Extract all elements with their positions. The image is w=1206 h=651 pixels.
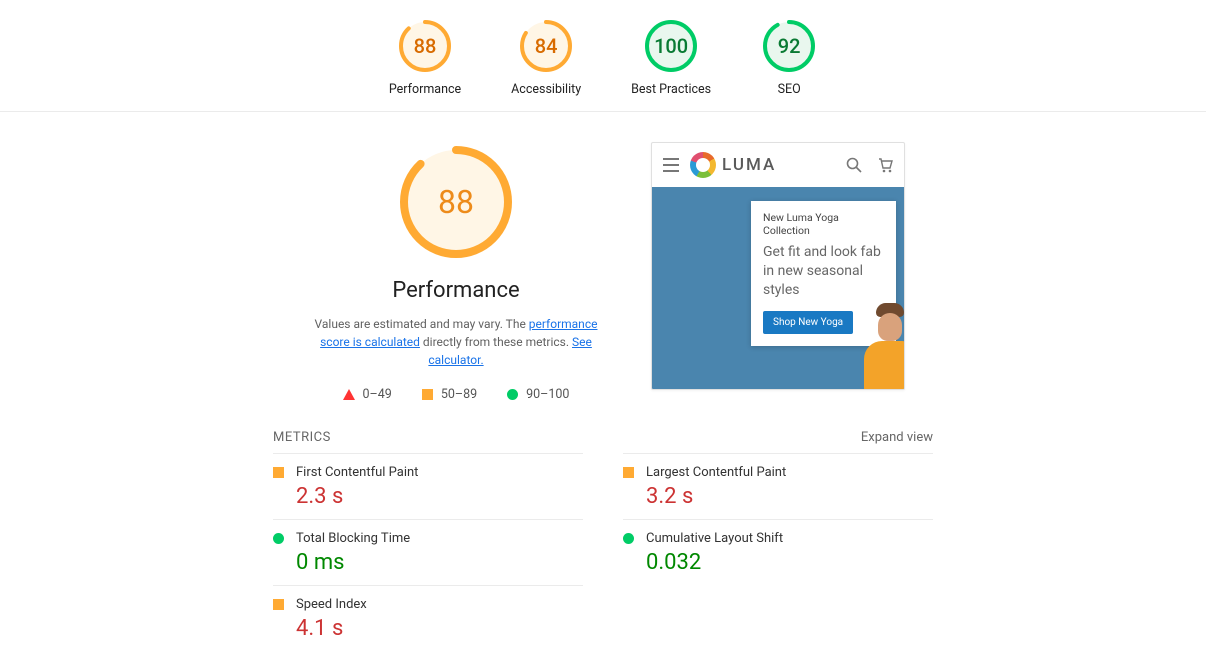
legend-label: 50–89 xyxy=(441,387,477,402)
metrics-grid: First Contentful Paint 2.3 s Largest Con… xyxy=(273,453,933,651)
square-icon xyxy=(623,467,634,478)
top-score-row: 88 Performance 84 Accessibility 100 Best… xyxy=(0,0,1206,112)
metric-name: Total Blocking Time xyxy=(296,531,410,546)
legend-average: 50–89 xyxy=(422,387,477,402)
score-label: Accessibility xyxy=(511,82,581,97)
hero-cta-button: Shop New Yoga xyxy=(763,311,853,334)
score-label: Performance xyxy=(389,82,461,97)
search-icon xyxy=(846,157,862,173)
score-gauge-accessibility[interactable]: 84 Accessibility xyxy=(511,18,581,97)
score-gauge-seo[interactable]: 92 SEO xyxy=(761,18,817,97)
hamburger-icon xyxy=(662,156,680,174)
circle-icon xyxy=(507,389,518,400)
score-value: 84 xyxy=(518,18,574,74)
expand-view-button[interactable]: Expand view xyxy=(861,430,933,445)
desc-text: directly from these metrics. xyxy=(420,335,572,349)
score-gauge-performance[interactable]: 88 Performance xyxy=(389,18,461,97)
square-icon xyxy=(273,599,284,610)
brand-logo: LUMA xyxy=(690,152,776,178)
metric-value: 3.2 s xyxy=(646,484,933,509)
performance-gauge-large: 88 xyxy=(396,142,516,262)
score-label: SEO xyxy=(761,82,817,97)
performance-score-value: 88 xyxy=(396,142,516,262)
hero-person-graphic xyxy=(864,269,905,389)
performance-title: Performance xyxy=(301,278,611,303)
metric-cumulative-layout-shift[interactable]: Cumulative Layout Shift 0.032 xyxy=(623,519,933,585)
performance-description: Values are estimated and may vary. The p… xyxy=(301,315,611,369)
square-icon xyxy=(273,467,284,478)
desc-text: Values are estimated and may vary. The xyxy=(315,317,529,331)
circle-icon xyxy=(623,533,634,544)
metric-speed-index[interactable]: Speed Index 4.1 s xyxy=(273,585,583,651)
score-value: 92 xyxy=(761,18,817,74)
score-legend: 0–49 50–89 90–100 xyxy=(301,387,611,402)
metric-value: 0.032 xyxy=(646,550,933,575)
legend-label: 0–49 xyxy=(363,387,392,402)
page-screenshot-preview: LUMA New Luma Yoga Collection Get fit an… xyxy=(651,142,905,390)
metric-name: Cumulative Layout Shift xyxy=(646,531,783,546)
circle-icon xyxy=(273,533,284,544)
score-gauge-best-practices[interactable]: 100 Best Practices xyxy=(631,18,711,97)
metric-name: Largest Contentful Paint xyxy=(646,465,786,480)
metric-total-blocking-time[interactable]: Total Blocking Time 0 ms xyxy=(273,519,583,585)
performance-detail-column: 88 Performance Values are estimated and … xyxy=(301,142,611,402)
metric-value: 4.1 s xyxy=(296,616,583,641)
score-label: Best Practices xyxy=(631,82,711,97)
metrics-heading: METRICS xyxy=(273,430,331,445)
metric-value: 0 ms xyxy=(296,550,583,575)
metric-value: 2.3 s xyxy=(296,484,583,509)
square-icon xyxy=(422,389,433,400)
metric-first-contentful-paint[interactable]: First Contentful Paint 2.3 s xyxy=(273,453,583,519)
metric-largest-contentful-paint[interactable]: Largest Contentful Paint 3.2 s xyxy=(623,453,933,519)
metric-name: First Contentful Paint xyxy=(296,465,418,480)
legend-fail: 0–49 xyxy=(343,387,392,402)
score-value: 88 xyxy=(397,18,453,74)
legend-good: 90–100 xyxy=(507,387,569,402)
legend-label: 90–100 xyxy=(526,387,569,402)
triangle-icon xyxy=(343,389,355,400)
cart-icon xyxy=(878,157,894,173)
logo-mark-icon xyxy=(690,152,716,178)
brand-name: LUMA xyxy=(722,155,776,175)
metric-name: Speed Index xyxy=(296,597,367,612)
hero-headline: New Luma Yoga Collection xyxy=(763,211,884,237)
score-value: 100 xyxy=(643,18,699,74)
